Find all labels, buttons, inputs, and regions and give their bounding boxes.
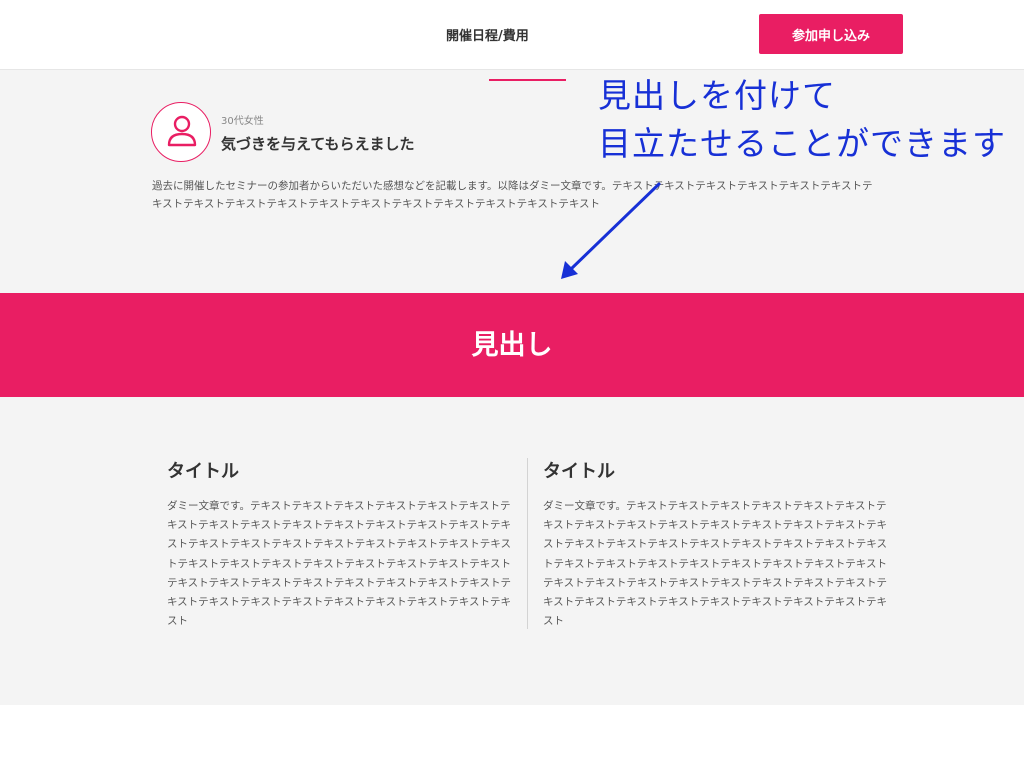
annotation-line-2: 目立たせることができます <box>598 124 1006 163</box>
heading-band: 見出し <box>0 293 1024 397</box>
reviewer-meta: 30代女性 <box>221 116 264 127</box>
page: 開催日程/費用 参加申し込み 30代女性 気づきを与えてもらえました 過去に開催… <box>0 0 1024 768</box>
column-divider <box>527 458 528 629</box>
annotation-callout: 見出しを付けて 目立たせることができます <box>598 72 1006 168</box>
content-column-left: タイトル ダミー文章です。テキストテキストテキストテキストテキストテキストテキス… <box>167 457 517 631</box>
avatar <box>151 102 211 162</box>
heading-band-title: 見出し <box>471 330 553 361</box>
column-title: タイトル <box>167 461 239 482</box>
annotation-line-1: 見出しを付けて <box>598 76 836 115</box>
site-header: 開催日程/費用 参加申し込み <box>0 0 1024 70</box>
accent-line <box>489 79 566 81</box>
testimonial-body: 過去に開催したセミナーの参加者からいただいた感想などを記載します。以降はダミー文… <box>152 180 873 210</box>
column-body: ダミー文章です。テキストテキストテキストテキストテキストテキストテキストテキスト… <box>543 500 887 628</box>
column-body: ダミー文章です。テキストテキストテキストテキストテキストテキストテキストテキスト… <box>167 500 511 628</box>
content-column-right: タイトル ダミー文章です。テキストテキストテキストテキストテキストテキストテキス… <box>543 457 893 631</box>
nav-link-schedule-fees[interactable]: 開催日程/費用 <box>446 25 529 44</box>
content-section: タイトル ダミー文章です。テキストテキストテキストテキストテキストテキストテキス… <box>0 397 1024 705</box>
user-icon <box>167 115 197 147</box>
testimonial-title: 気づきを与えてもらえました <box>221 135 415 153</box>
column-title: タイトル <box>543 461 615 482</box>
apply-button[interactable]: 参加申し込み <box>759 14 903 54</box>
